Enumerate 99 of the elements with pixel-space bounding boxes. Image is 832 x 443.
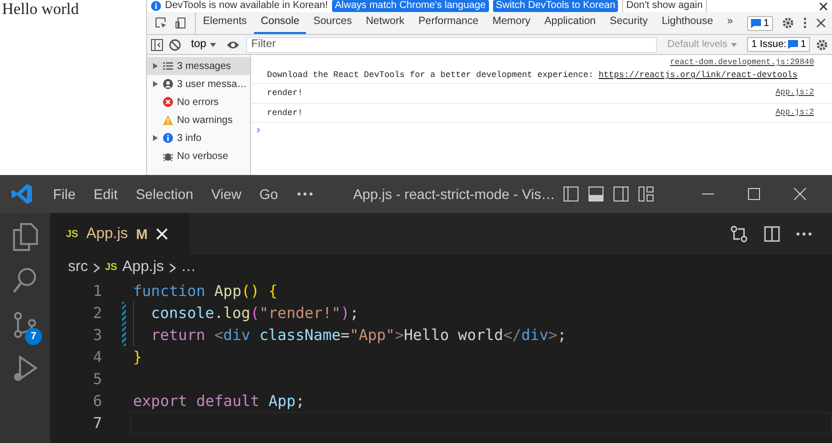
chevron-icon — [168, 262, 176, 272]
split-editor-icon[interactable] — [764, 226, 780, 242]
breadcrumb-item[interactable]: … — [180, 256, 196, 279]
layout-icon[interactable] — [638, 186, 654, 202]
url-link[interactable]: https://reactjs.org/link/react-devtools — [598, 70, 798, 80]
log-message: render! — [267, 106, 303, 120]
layout-icon[interactable] — [613, 186, 630, 202]
user-icon — [163, 79, 173, 89]
error-icon — [163, 97, 173, 107]
chevron-icon — [93, 262, 100, 272]
editor-tab[interactable]: JS App.js M — [50, 213, 190, 255]
eye-icon[interactable] — [226, 40, 240, 50]
run-debug-icon[interactable] — [12, 355, 38, 383]
file-type-icon: JS — [105, 260, 118, 275]
devtools-tab[interactable]: Memory — [485, 12, 538, 34]
messages-badge[interactable]: 1 — [747, 16, 773, 30]
sidebar-icon[interactable] — [151, 38, 163, 50]
source-link[interactable]: react-dom.development.js:29840 — [670, 58, 814, 67]
infobar-button[interactable]: Always match Chrome's language — [332, 0, 489, 12]
compare-changes-icon[interactable] — [730, 225, 748, 243]
window-title: App.js - react-strict-mode - Vis… — [353, 184, 556, 204]
infobar-button[interactable]: Switch DevTools to Korean — [492, 0, 618, 12]
info-icon — [163, 133, 173, 143]
menu-item[interactable]: Go — [250, 184, 288, 204]
bug-icon — [163, 151, 173, 161]
settings-icon[interactable] — [816, 38, 828, 50]
changes-badge: 7 — [25, 328, 42, 345]
line-number: 1 — [92, 280, 102, 302]
caret-icon — [731, 42, 738, 46]
devtools-tab[interactable]: Elements — [196, 12, 254, 34]
line-number: 5 — [92, 368, 102, 390]
menu-item[interactable]: Selection — [126, 184, 202, 204]
code-line: function App() { — [132, 281, 278, 302]
close-icon[interactable] — [819, 2, 828, 10]
caret-icon — [210, 42, 216, 46]
log-message: render! — [267, 86, 303, 100]
layout-icon[interactable] — [563, 186, 580, 202]
message-icon — [751, 18, 762, 28]
code-line: return <div className="App">Hello world</div>; — [130, 324, 832, 346]
inspect-icon[interactable] — [155, 17, 167, 29]
page-text: Hello world — [2, 1, 79, 18]
file-type-icon: JS — [66, 226, 78, 242]
line-number: 4 — [92, 346, 102, 368]
warning-icon — [163, 115, 173, 125]
context-dropdown[interactable]: top — [187, 36, 220, 53]
expand-icon[interactable] — [153, 81, 158, 87]
sidebar-item[interactable]: No errors — [147, 93, 250, 111]
more-icon[interactable] — [796, 232, 812, 236]
menu-item[interactable]: Edit — [84, 184, 127, 204]
line-number: 7 — [92, 412, 102, 434]
code-line: console.log("render!"); — [130, 302, 832, 324]
layout-icon[interactable] — [588, 186, 604, 202]
devtools-tab[interactable]: Network — [358, 12, 412, 34]
source-link[interactable]: App.js:2 — [776, 86, 814, 100]
modified-gutter-mark[interactable] — [122, 302, 126, 324]
sidebar-item[interactable]: 3 messages — [147, 57, 250, 75]
more-tabs-button[interactable]: » — [720, 12, 740, 34]
line-number: 3 — [92, 324, 102, 346]
list-icon — [163, 61, 173, 71]
source-link[interactable]: App.js:2 — [776, 106, 814, 120]
breadcrumb-item[interactable]: src — [68, 256, 88, 279]
vscode-logo-icon — [11, 183, 33, 205]
menu-item[interactable]: View — [202, 184, 250, 204]
issues-button[interactable]: 1 Issue: 1 — [747, 37, 810, 52]
filter-field[interactable]: Filter — [246, 36, 658, 52]
modified-gutter-mark[interactable] — [122, 324, 126, 346]
sidebar-item[interactable]: 3 user messa… — [147, 75, 250, 93]
devtools-tab[interactable]: Security — [602, 12, 655, 34]
code-line: } — [132, 347, 144, 368]
expand-icon[interactable] — [153, 63, 158, 69]
sidebar-item[interactable]: No verbose — [147, 147, 250, 165]
infobar-button[interactable]: Don't show again — [622, 0, 707, 13]
message-icon — [788, 40, 798, 49]
device-icon[interactable] — [175, 17, 187, 29]
devtools-tab[interactable]: Performance — [411, 12, 486, 34]
maximize-icon[interactable] — [748, 188, 760, 200]
sidebar-item[interactable]: 3 info — [147, 129, 250, 147]
line-number: 2 — [92, 302, 102, 324]
info-message: DevTools is now available in Korean! — [165, 0, 328, 12]
devtools-tab[interactable]: Sources — [306, 12, 359, 34]
breadcrumb-item[interactable]: App.js — [122, 256, 164, 279]
source-control-icon[interactable] — [12, 311, 38, 339]
more-icon[interactable] — [297, 192, 314, 196]
console-prompt[interactable]: › — [251, 123, 262, 140]
settings-icon[interactable] — [782, 17, 794, 29]
sidebar-item[interactable]: No warnings — [147, 111, 250, 129]
menu-item[interactable]: File — [44, 184, 85, 204]
devtools-tab[interactable]: Application — [537, 12, 603, 34]
more-icon[interactable] — [803, 17, 807, 29]
search-icon[interactable] — [12, 267, 38, 295]
line-number: 6 — [92, 390, 102, 412]
expand-icon[interactable] — [153, 135, 158, 141]
modified-marker: M — [136, 224, 148, 244]
devtools-tab[interactable]: Lighthouse — [654, 12, 720, 34]
files-icon[interactable] — [12, 223, 38, 251]
log-message: Download the React DevTools for a better development experience: https://reactjs.org/link/react-devtools — [267, 69, 798, 82]
clear-icon[interactable] — [169, 38, 181, 50]
code-line: export default App; — [132, 391, 306, 412]
close-icon[interactable] — [816, 18, 826, 28]
